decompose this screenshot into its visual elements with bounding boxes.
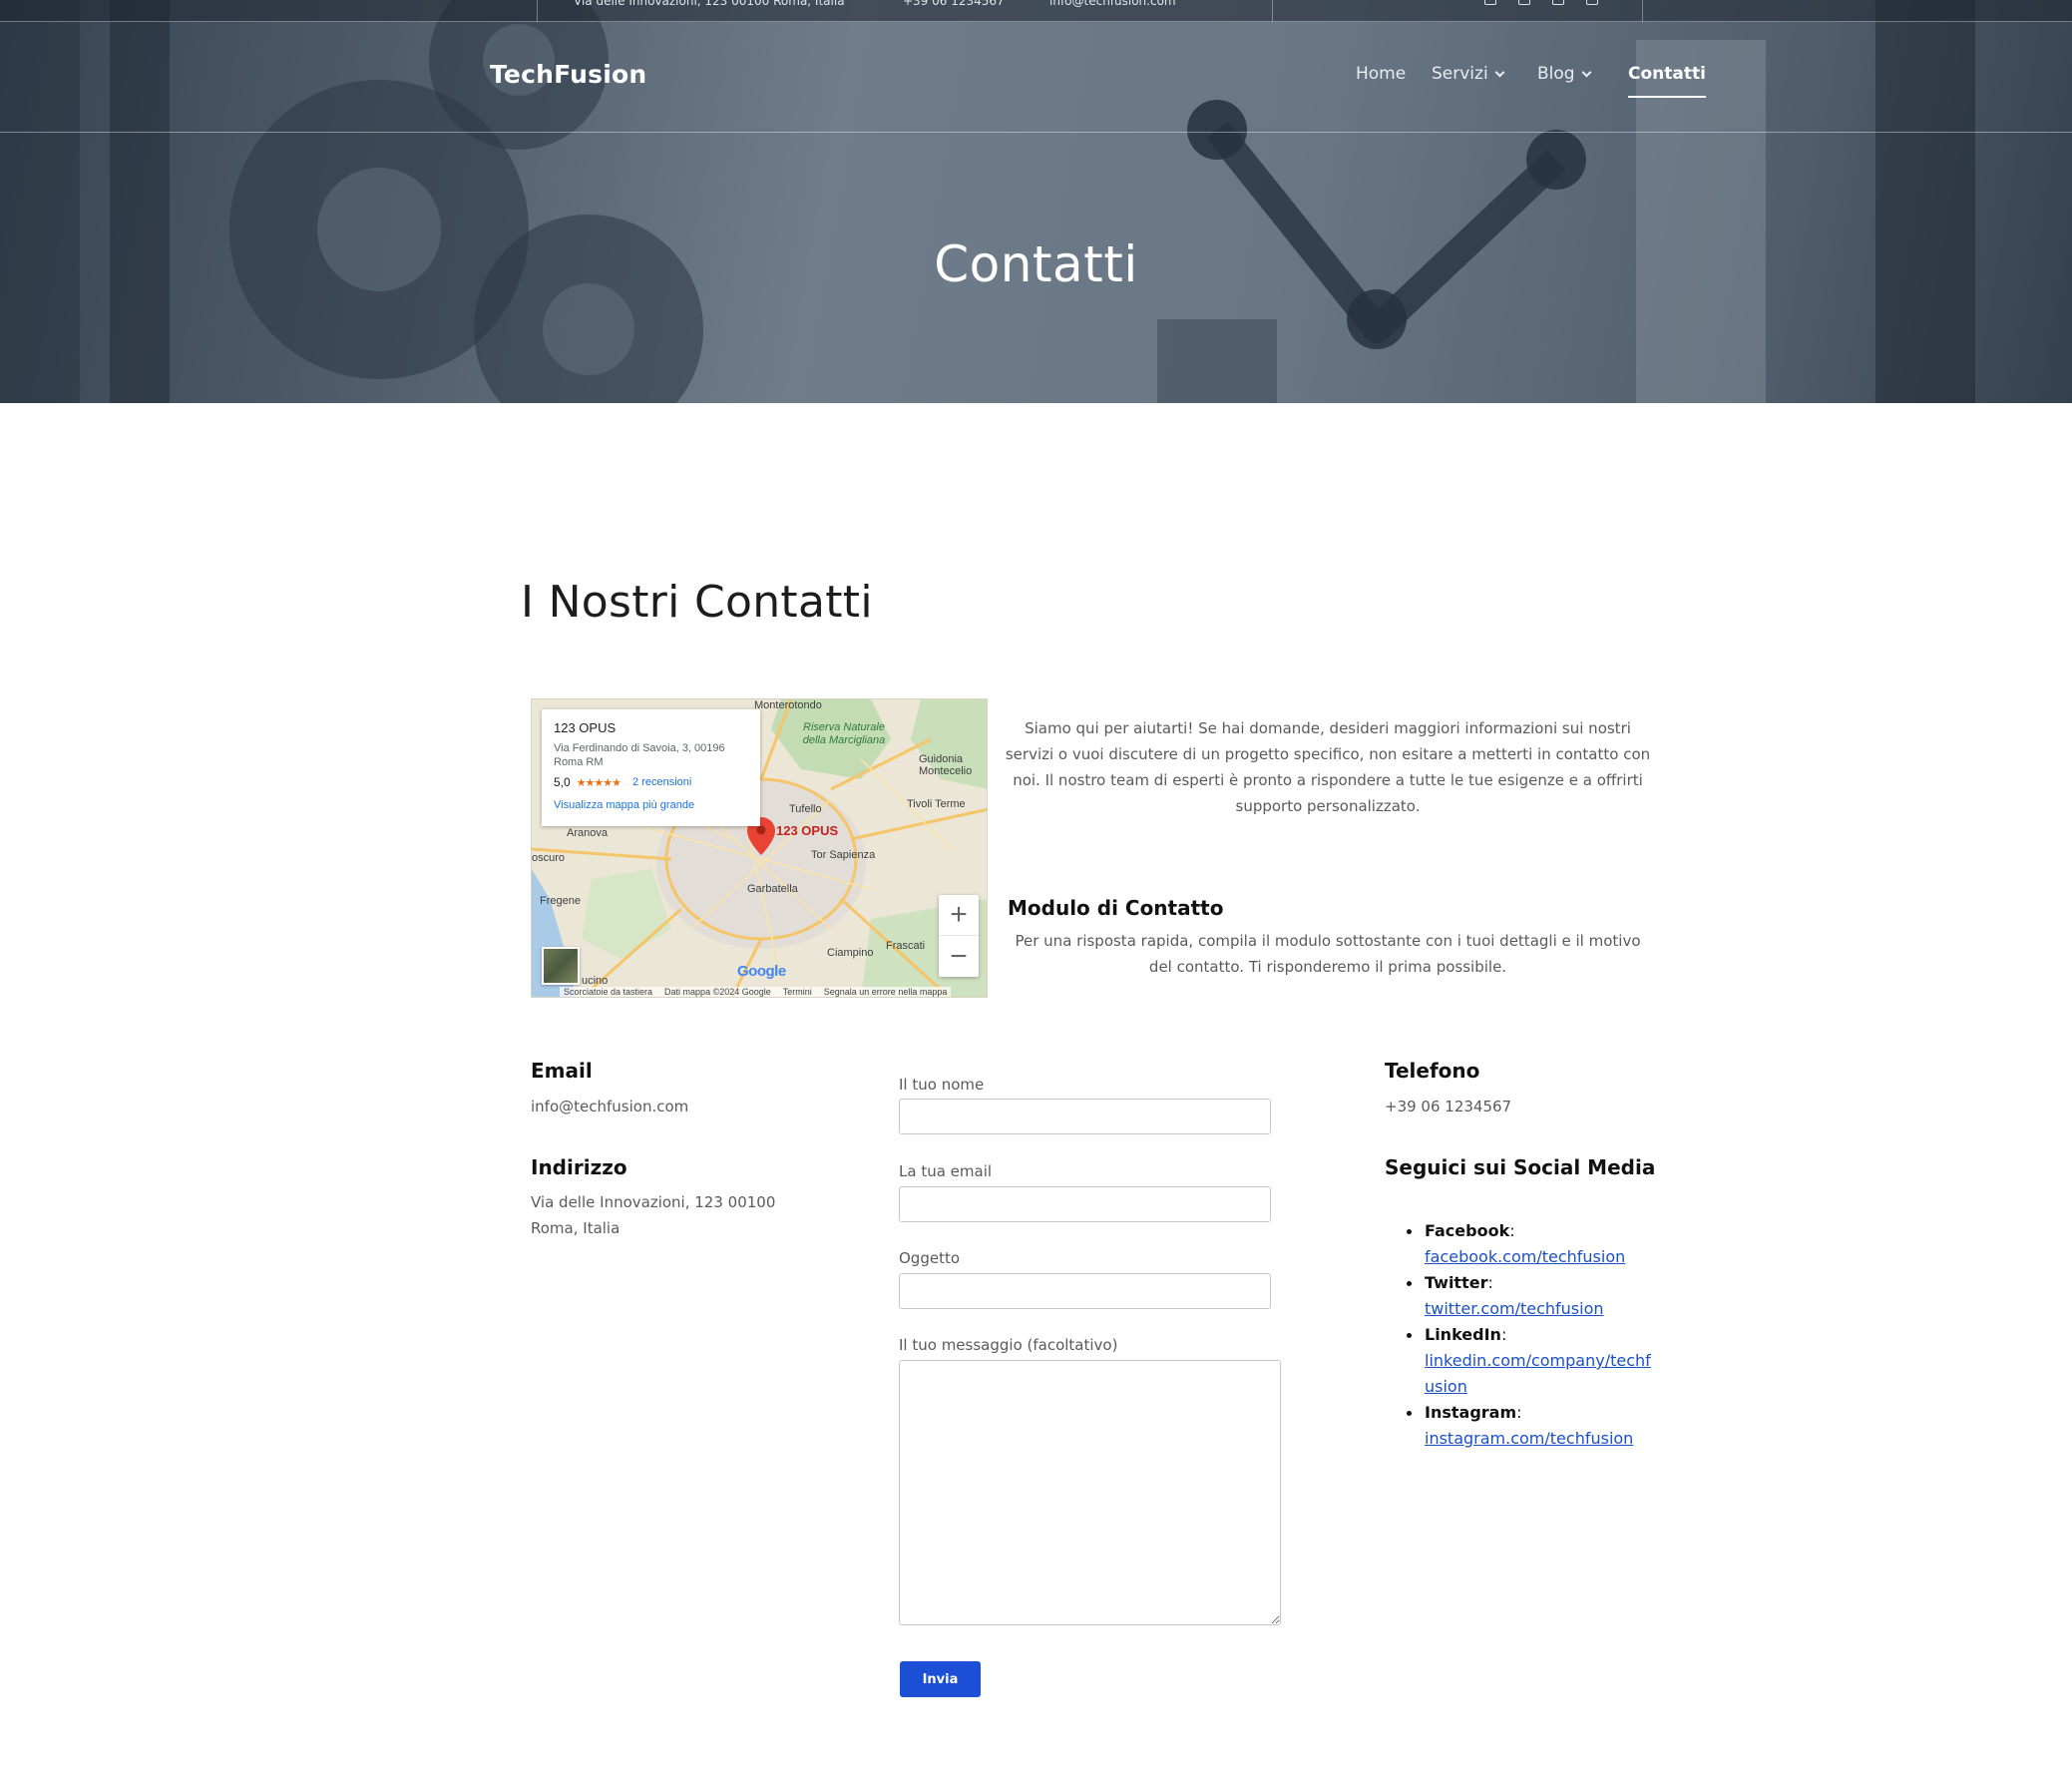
contact-form-description: Per una risposta rapida, compila il modu… [1015, 932, 1641, 976]
topbar-address: Via delle Innovazioni, 123 00100 Roma, I… [574, 0, 845, 8]
map-label-riserva: Riserva Naturale della Marcigliana [802, 721, 886, 746]
map-label-ciampino: Ciampino [827, 947, 874, 959]
topbar-social-icons [1484, 0, 1598, 5]
list-item: LinkedIn: linkedin.com/company/techfusion [1385, 1322, 1654, 1400]
social-links-list: Facebook: facebook.com/techfusion Twitter… [1385, 1218, 1654, 1452]
list-item: Facebook: facebook.com/techfusion [1385, 1218, 1654, 1270]
topbar-email[interactable]: info@techfusion.com [1049, 0, 1176, 8]
google-logo-text: Google [737, 963, 786, 980]
nav-servizi-label: Servizi [1432, 64, 1488, 84]
whatsapp-icon[interactable] [1518, 0, 1530, 5]
reviews-link[interactable]: 2 recensioni [632, 776, 691, 788]
social-heading: Seguici sui Social Media [1385, 1155, 1656, 1179]
contact-form-title: Modulo di Contatto [1008, 896, 1224, 920]
nav-home-label: Home [1356, 64, 1407, 84]
map-label-tivoli: Tivoli Terme [907, 798, 966, 810]
social-name-facebook: Facebook [1425, 1221, 1510, 1240]
name-label: Il tuo nome [899, 1076, 985, 1094]
map-label-garbatella: Garbatella [747, 883, 798, 895]
map-footer: Scorciatoie da tastiera Dati mappa ©2024… [560, 987, 952, 997]
map-zoom-controls: + − [939, 895, 979, 977]
hero-title: Contatti [934, 235, 1138, 293]
topbar-phone[interactable]: +39 06 1234567 [903, 0, 1005, 8]
map-label-guidonia: Guidonia Montecelio [919, 753, 973, 777]
map-pin-label[interactable]: 123 OPUS [776, 823, 838, 838]
keyboard-shortcuts-link[interactable]: Scorciatoie da tastiera [564, 987, 652, 997]
facebook-icon[interactable] [1484, 0, 1496, 5]
topbar-divider [1642, 0, 1643, 22]
map-label-tor-sapienza: Tor Sapienza [811, 849, 876, 861]
social-name-instagram: Instagram [1425, 1403, 1517, 1422]
satellite-toggle[interactable] [542, 947, 580, 985]
twitter-link[interactable]: twitter.com/techfusion [1425, 1299, 1604, 1318]
google-logo: Google [737, 963, 786, 980]
message-textarea[interactable] [899, 1360, 1281, 1625]
google-map-embed[interactable]: Monterotondo Riserva Naturale della Marc… [531, 698, 988, 998]
subject-input[interactable] [899, 1273, 1271, 1309]
map-label-aranova: Aranova [567, 827, 608, 839]
map-label-monterotondo: Monterotondo [754, 699, 822, 711]
email-heading: Email [531, 1059, 593, 1083]
submit-button[interactable]: Invia [900, 1661, 981, 1697]
map-data-text: Dati mappa ©2024 Google [664, 987, 771, 997]
rating-value: 5,0 [554, 775, 571, 789]
top-info-bar: Via delle Innovazioni, 123 00100 Roma, I… [0, 0, 2072, 22]
section-title: I Nostri Contatti [521, 577, 873, 628]
phone-value: +39 06 1234567 [1385, 1098, 1512, 1116]
map-place-address: Via Ferdinando di Savoia, 3, 00196 Roma … [554, 742, 725, 768]
phone-heading: Telefono [1385, 1059, 1480, 1083]
nav-blog-label: Blog [1537, 64, 1575, 84]
chevron-down-icon [1581, 67, 1592, 77]
message-label: Il tuo messaggio (facoltativo) [899, 1336, 1118, 1354]
linkedin-icon[interactable] [1586, 0, 1598, 5]
map-place-card: 123 OPUS Via Ferdinando di Savoia, 3, 00… [542, 709, 760, 826]
subject-label: Oggetto [899, 1249, 961, 1267]
map-label-fregene: Fregene [540, 895, 581, 907]
facebook-link[interactable]: facebook.com/techfusion [1425, 1247, 1625, 1266]
instagram-link[interactable]: instagram.com/techfusion [1425, 1429, 1633, 1448]
address-line-2: Roma, Italia [531, 1219, 621, 1237]
nav-item-contatti[interactable]: Contatti [1628, 64, 1706, 98]
zoom-out-button[interactable]: − [939, 936, 979, 977]
zoom-in-button[interactable]: + [939, 895, 979, 936]
nav-contatti-label: Contatti [1628, 64, 1706, 84]
hero-banner: Via delle Innovazioni, 123 00100 Roma, I… [0, 0, 2072, 403]
site-logo[interactable]: TechFusion [490, 60, 646, 89]
topbar-divider [1272, 0, 1273, 22]
list-item: Instagram: instagram.com/techfusion [1385, 1400, 1654, 1452]
list-item: Twitter: twitter.com/techfusion [1385, 1270, 1654, 1322]
view-larger-map-link[interactable]: Visualizza mappa più grande [554, 799, 748, 811]
main-navbar: TechFusion Home Servizi Blog Contatti [0, 22, 2072, 133]
map-label-tufello: Tufello [789, 803, 822, 815]
map-label-ciocino: ucino [582, 975, 609, 987]
email-input[interactable] [899, 1186, 1271, 1222]
topbar-divider [537, 0, 538, 22]
nav-item-servizi[interactable]: Servizi [1432, 64, 1505, 84]
map-place-rating: 5,0 ★★★★★ 2 recensioni [554, 775, 748, 789]
map-label-frascati: Frascati [886, 940, 926, 952]
instagram-icon[interactable] [1552, 0, 1564, 5]
terms-link[interactable]: Termini [783, 987, 812, 997]
nav-item-home[interactable]: Home [1356, 64, 1406, 84]
star-rating-icon: ★★★★★ [576, 776, 622, 789]
address-heading: Indirizzo [531, 1155, 627, 1179]
email-value: info@techfusion.com [531, 1098, 689, 1116]
map-label-oscuro: oscuro [532, 852, 566, 864]
nav-item-blog[interactable]: Blog [1537, 64, 1592, 84]
report-error-link[interactable]: Segnala un errore nella mappa [824, 987, 948, 997]
map-place-name: 123 OPUS [554, 720, 617, 735]
address-line-1: Via delle Innovazioni, 123 00100 [531, 1193, 776, 1211]
intro-text: Siamo qui per aiutarti! Se hai domande, … [1005, 719, 1651, 815]
social-name-twitter: Twitter [1425, 1273, 1488, 1292]
name-input[interactable] [899, 1099, 1271, 1134]
social-name-linkedin: LinkedIn [1425, 1325, 1501, 1344]
chevron-down-icon [1494, 67, 1505, 77]
linkedin-link[interactable]: linkedin.com/company/techfusion [1425, 1351, 1651, 1396]
email-label: La tua email [899, 1162, 993, 1180]
